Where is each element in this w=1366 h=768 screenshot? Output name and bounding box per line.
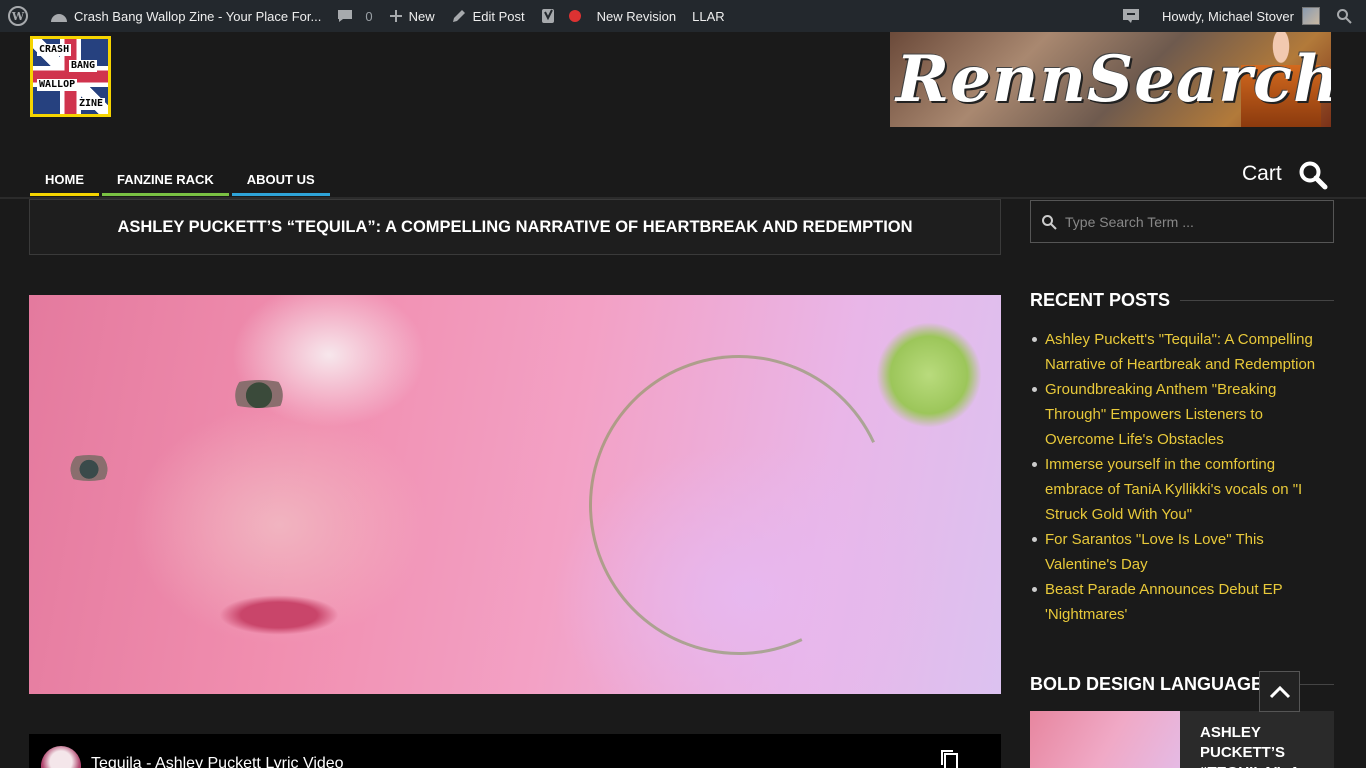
banner-text: RennSearch (896, 42, 1331, 117)
admin-search-button[interactable] (1328, 0, 1366, 32)
sidebar-search (1030, 200, 1334, 243)
comments-link[interactable]: 0 (329, 0, 380, 32)
dashboard-icon (51, 14, 67, 22)
recent-post-link[interactable]: Immerse yourself in the comforting embra… (1030, 452, 1330, 527)
svg-text:W: W (11, 10, 25, 23)
search-input[interactable] (1065, 213, 1315, 230)
wordpress-icon: W (8, 6, 28, 26)
decorative-swirl (546, 312, 932, 694)
site-logo[interactable]: CRASH BANG WALLOP ZINE (30, 36, 111, 117)
recent-posts-list: Ashley Puckett's "Tequila": A Compelling… (1030, 327, 1330, 627)
page: W Crash Bang Wallop Zine - Your Place Fo… (0, 0, 1366, 768)
search-icon (1042, 214, 1057, 230)
hero-eye (59, 455, 119, 481)
main-navigation: HOME FANZINE RACK ABOUT US (30, 168, 333, 196)
nav-item-home[interactable]: HOME (30, 168, 99, 196)
comments-count: 0 (365, 8, 373, 24)
chevron-up-icon (1269, 685, 1290, 698)
logo-word-crash: CRASH (37, 44, 72, 56)
pencil-icon (452, 10, 465, 22)
hero-lips (219, 595, 339, 635)
new-revision-label: New Revision (596, 8, 677, 24)
edit-post-link[interactable]: Edit Post (443, 0, 533, 32)
post-title-box: ASHLEY PUCKETT’S “TEQUILA”: A COMPELLING… (29, 199, 1001, 255)
edit-post-label: Edit Post (472, 8, 525, 24)
site-name-link[interactable]: Crash Bang Wallop Zine - Your Place For.… (42, 0, 329, 32)
site-name-label: Crash Bang Wallop Zine - Your Place For.… (74, 8, 322, 24)
howdy-label: Howdy, Michael Stover (1162, 8, 1294, 24)
yoast-icon (541, 9, 554, 23)
recent-posts-heading: RECENT POSTS (1030, 290, 1334, 311)
wp-admin-bar: W Crash Bang Wallop Zine - Your Place Fo… (0, 0, 1366, 32)
logo-word-bang: BANG (69, 60, 98, 72)
recent-post-link[interactable]: Ashley Puckett's "Tequila": A Compelling… (1030, 327, 1330, 377)
rennsearch-banner[interactable]: RennSearch (890, 32, 1331, 127)
recent-post-link[interactable]: For Sarantos "Love Is Love" This Valenti… (1030, 527, 1330, 577)
video-title[interactable]: Tequila - Ashley Puckett Lyric Video (91, 755, 344, 768)
bold-design-title: BOLD DESIGN LANGUAGE (1030, 674, 1264, 694)
llar-label: LLAR (692, 8, 725, 24)
recent-posts-title: RECENT POSTS (1030, 290, 1171, 310)
heading-rule (1180, 300, 1334, 301)
plus-icon (389, 10, 402, 22)
notifications-button[interactable] (1114, 0, 1154, 32)
speech-bubble-icon (1123, 9, 1140, 23)
search-icon (1299, 161, 1328, 190)
user-avatar (1302, 7, 1320, 25)
yoast-seo-menu[interactable] (533, 0, 589, 32)
featured-post-card[interactable]: ASHLEY PUCKETT’S “TEQUILA”: A (1180, 711, 1334, 768)
copy-icon (941, 750, 958, 768)
scroll-to-top-button[interactable] (1259, 671, 1300, 712)
channel-avatar[interactable] (41, 746, 81, 768)
search-icon (1337, 9, 1352, 24)
llar-link[interactable]: LLAR (684, 0, 733, 32)
wordpress-logo-button[interactable]: W (0, 0, 42, 32)
new-content-link[interactable]: New (381, 0, 443, 32)
header-search-button[interactable] (1298, 160, 1328, 195)
copy-link-button[interactable] (939, 748, 961, 768)
recent-post-link[interactable]: Groundbreaking Anthem "Breaking Through"… (1030, 377, 1330, 452)
new-label: New (408, 8, 435, 24)
embedded-video[interactable]: Tequila - Ashley Puckett Lyric Video (29, 734, 1001, 768)
nav-item-about-us[interactable]: ABOUT US (231, 168, 330, 196)
seo-status-dot (568, 10, 581, 22)
logo-word-zine: ZINE (77, 98, 106, 110)
post-title: ASHLEY PUCKETT’S “TEQUILA”: A COMPELLING… (117, 217, 913, 236)
featured-image (29, 295, 1001, 694)
nav-item-fanzine-rack[interactable]: FANZINE RACK (102, 168, 229, 196)
cart-link[interactable]: Cart (1242, 162, 1282, 186)
account-menu[interactable]: Howdy, Michael Stover (1154, 0, 1328, 32)
featured-post-thumbnail[interactable] (1030, 711, 1180, 768)
new-revision-link[interactable]: New Revision (589, 0, 684, 32)
logo-word-wallop: WALLOP (37, 79, 78, 91)
comment-icon (338, 10, 353, 22)
featured-post-title[interactable]: ASHLEY PUCKETT’S “TEQUILA”: A (1200, 723, 1326, 768)
recent-post-link[interactable]: Beast Parade Announces Debut EP 'Nightma… (1030, 577, 1330, 627)
hero-eye (219, 380, 299, 408)
